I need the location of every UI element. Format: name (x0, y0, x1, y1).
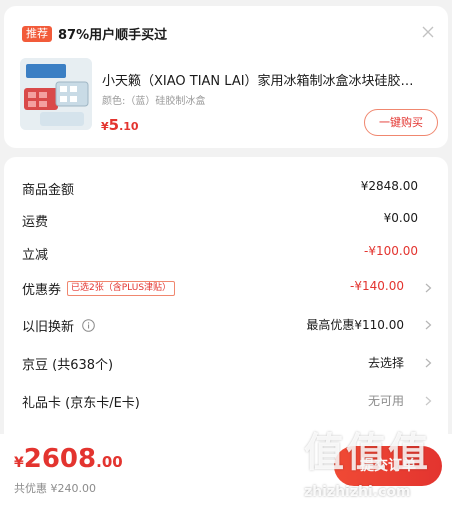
row-instant-discount: 立减 -¥100.00 (22, 242, 434, 264)
chevron-right-icon (425, 396, 432, 406)
ice-tray-image-icon (20, 58, 92, 130)
row-value: -¥140.00 (350, 279, 404, 293)
row-label: 优惠券 已选2张（含PLUS津贴） (22, 279, 176, 298)
trade-in-label: 以旧换新 (22, 320, 75, 335)
row-trade-in[interactable]: 以旧换新 最高优惠¥110.00 (22, 314, 434, 336)
row-value: ¥0.00 (383, 211, 418, 225)
total-price: ¥2608.00 (14, 444, 123, 474)
product-price: ¥5.10 (101, 115, 139, 134)
total-saved: 共优惠 ¥240.00 (14, 482, 96, 495)
recommend-card: 推荐 87%用户顺手买过 小天籁（XIAO TIAN LAI）家用冰箱制冰盒冰块… (4, 6, 448, 148)
chevron-right-icon (425, 283, 432, 293)
total-decimal: .00 (96, 453, 123, 471)
total-currency: ¥ (14, 455, 24, 471)
row-label: 运费 (22, 215, 49, 230)
coupon-badge: 已选2张（含PLUS津贴） (67, 281, 176, 296)
price-decimal: .10 (119, 120, 139, 133)
row-label: 礼品卡 (京东卡/E卡) (22, 396, 140, 411)
row-value: 去选择 (367, 356, 404, 370)
price-integer: 5 (108, 116, 120, 134)
row-coupon[interactable]: 优惠券 已选2张（含PLUS津贴） -¥140.00 (22, 277, 434, 299)
one-click-buy-button[interactable]: 一键购买 (364, 109, 438, 136)
row-value: 无可用 (367, 394, 404, 408)
product-spec: 颜色:（蓝）硅胶制冰盒 (102, 96, 206, 107)
coupon-label: 优惠券 (22, 283, 62, 298)
watermark-url: zhizhizhi.com (304, 484, 411, 500)
total-integer: 2608 (23, 444, 97, 474)
chevron-right-icon (425, 358, 432, 368)
recommend-tag: 推荐 (22, 25, 52, 42)
recommend-header: 推荐 87%用户顺手买过 (22, 24, 167, 43)
row-value: 最高优惠¥110.00 (306, 318, 404, 332)
price-currency: ¥ (101, 120, 109, 133)
row-goods-amount: 商品金额 ¥2848.00 (22, 177, 434, 199)
row-label: 京豆 (共638个) (22, 358, 114, 373)
row-value: ¥2848.00 (360, 179, 418, 193)
watermark-logo: 值值值 (304, 430, 430, 476)
product-thumbnail[interactable] (20, 58, 92, 130)
row-value: -¥100.00 (364, 244, 418, 258)
row-label: 以旧换新 (22, 316, 95, 335)
row-label: 立减 (22, 248, 49, 263)
row-jd-beans[interactable]: 京豆 (共638个) 去选择 (22, 352, 434, 374)
chevron-right-icon (425, 320, 432, 330)
row-label: 商品金额 (22, 183, 75, 198)
product-name[interactable]: 小天籁（XIAO TIAN LAI）家用冰箱制冰盒冰块硅胶… (102, 70, 432, 89)
order-summary-card: 商品金额 ¥2848.00 运费 ¥0.00 立减 -¥100.00 优惠券 已… (4, 157, 448, 457)
row-gift-card[interactable]: 礼品卡 (京东卡/E卡) 无可用 (22, 390, 434, 412)
recommend-title: 87%用户顺手买过 (58, 28, 168, 43)
row-shipping: 运费 ¥0.00 (22, 209, 434, 231)
close-icon[interactable] (422, 26, 434, 38)
info-icon[interactable] (82, 319, 95, 332)
